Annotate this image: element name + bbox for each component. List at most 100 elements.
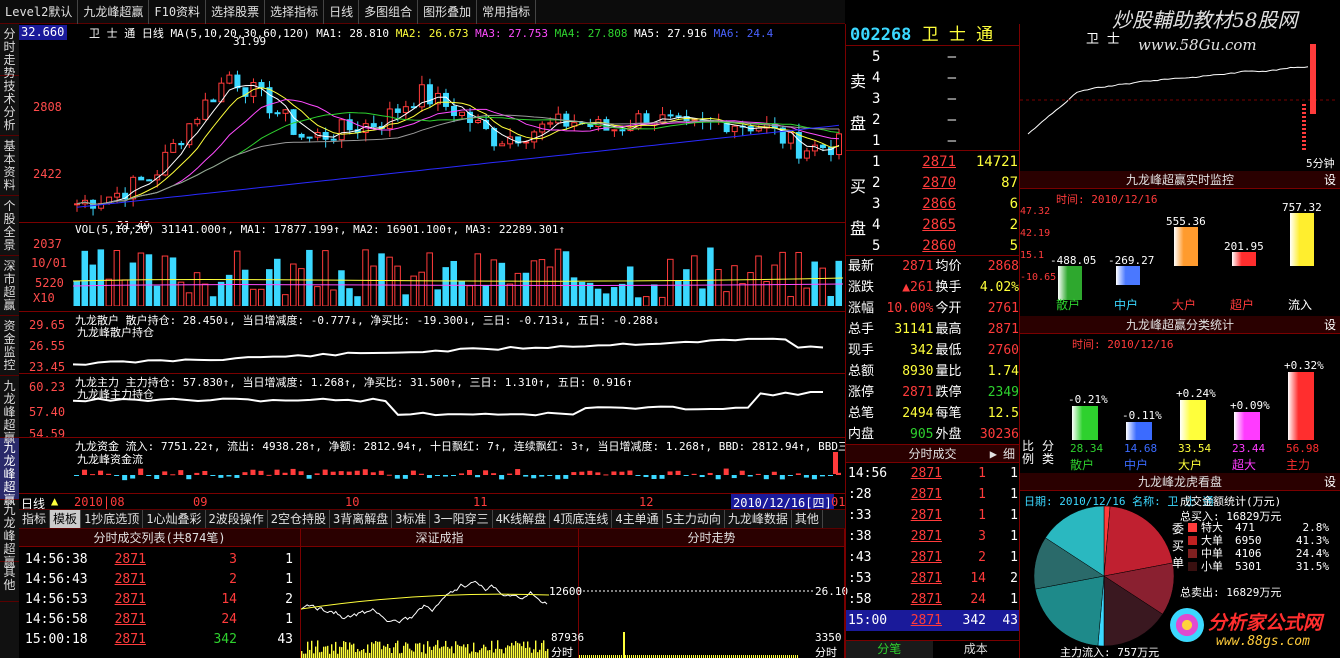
toolbar-select-stock[interactable]: 选择股票	[206, 0, 266, 24]
sell-price: —	[947, 91, 956, 107]
buy-level[interactable]: 5 2860 5	[872, 236, 1020, 257]
toolbar-overlay[interactable]: 图形叠加	[418, 0, 478, 24]
date-tick-4: 12	[639, 495, 654, 509]
trades-title: 分时成交	[908, 447, 957, 461]
tick-cell: 1	[285, 611, 293, 627]
index-vol-bar	[489, 650, 491, 658]
toolbar-multichart[interactable]: 多图组合	[359, 0, 419, 24]
tab-cost[interactable]: 成本	[933, 641, 1020, 658]
stat-label: 量比	[935, 364, 962, 379]
sell-level[interactable]: 4—	[872, 68, 1020, 89]
vtab-jiulong-1[interactable]: 九龙峰超赢	[0, 376, 19, 445]
itab-3[interactable]: 1心灿叠彩	[143, 510, 206, 528]
toolbar-jiulong[interactable]: 九龙峰超赢	[78, 0, 150, 24]
candle-body	[731, 125, 738, 133]
fund-bar	[106, 473, 112, 475]
toolbar-level2[interactable]: Level2默认	[0, 0, 79, 24]
itab-8[interactable]: 3一阳穿三	[430, 510, 493, 528]
sell-price: —	[947, 133, 956, 149]
volume-bar	[298, 268, 305, 306]
vtab-technical[interactable]: 技术分析	[0, 76, 19, 136]
tick-list-pane: 分时成交列表(共874笔) 14:56:38 2871 3 1 14:56:43 2871…	[19, 529, 301, 658]
volume-header: VOL(5,10,20) 31141.000↑, MA1: 17877.199↑…	[75, 223, 566, 236]
toolbar-select-indicator[interactable]: 选择指标	[265, 0, 325, 24]
index-vol-bar	[309, 649, 311, 658]
sell-level[interactable]: 3—	[872, 89, 1020, 110]
vtab-jiulong-2[interactable]: 九龙峰超赢	[0, 438, 19, 507]
itab-6[interactable]: 3背离解盘	[330, 510, 393, 528]
itab-4[interactable]: 2波段操作	[206, 510, 268, 528]
vtab-overview[interactable]: 个股全景	[0, 196, 19, 256]
buy-level[interactable]: 1 2871 14721	[872, 152, 1020, 173]
stat-value: 2760	[987, 343, 1019, 358]
trades-arrow[interactable]: ▶	[990, 445, 997, 463]
vtab-fund-monitor[interactable]: 资金监控	[0, 316, 19, 376]
sell-level[interactable]: 2—	[872, 110, 1020, 131]
candle-body	[555, 113, 562, 124]
volume-svg	[73, 247, 843, 306]
sell-label-1: 卖	[850, 72, 867, 91]
stat-value: 2761	[987, 301, 1019, 316]
buy-level[interactable]: 2 2870 87	[872, 173, 1020, 194]
index-vol-bar	[455, 641, 457, 658]
itab-1[interactable]: 模板	[50, 510, 82, 528]
index-vol-bar	[495, 648, 497, 658]
dragon-settings[interactable]: 设	[1324, 473, 1336, 491]
toolbar-common-indicator[interactable]: 常用指标	[477, 0, 537, 24]
index-pane[interactable]: 深证成指 12600 87936 分时	[301, 529, 584, 658]
sell-volume	[956, 89, 1018, 110]
buy-level[interactable]: 3 2866 6	[872, 194, 1020, 215]
candle-body	[298, 133, 305, 138]
class-settings[interactable]: 设	[1324, 316, 1336, 334]
index-vol-bar	[323, 646, 325, 658]
trade-row: :43 2871 2 1	[846, 547, 1019, 568]
itab-14[interactable]: 其他	[792, 510, 823, 528]
index-vol-bar	[487, 650, 489, 658]
monitor-settings[interactable]: 设	[1324, 171, 1336, 189]
toolbar-daily[interactable]: 日线	[324, 0, 360, 24]
fund-bar	[819, 475, 825, 477]
itab-13[interactable]: 九龙峰数据	[725, 510, 792, 528]
vtab-sz-market[interactable]: 深市超赢	[0, 256, 19, 316]
buy-level[interactable]: 4 2865 2	[872, 215, 1020, 236]
tick-list-title: 分时成交列表(共874笔)	[19, 529, 300, 547]
tick-row: 14:56:53 2871 14 2	[19, 589, 299, 609]
intraday-pane[interactable]: 分时走势 26.10 3350 分时	[579, 529, 848, 658]
sell-level[interactable]: 1—	[872, 131, 1020, 152]
monitor-bar-label: 超户	[1230, 298, 1255, 312]
trade-cell: 2871	[910, 550, 942, 565]
class-bar-label: 大户	[1178, 458, 1203, 472]
fund-bar	[595, 472, 601, 475]
itab-10[interactable]: 4顶底连线	[550, 510, 613, 528]
toolbar-f10[interactable]: F10资料	[149, 0, 207, 24]
kline-chart-area[interactable]: 32.660 卫 士 通 日线 MA(5,10,20,30,60,120) MA…	[19, 24, 845, 511]
volume-bar	[667, 258, 674, 306]
itab-11[interactable]: 4主单通	[612, 510, 663, 528]
itab-2[interactable]: 1抄底选顶	[81, 510, 144, 528]
fund-bar	[314, 473, 320, 475]
mini-vol-tick	[1302, 136, 1306, 138]
monitor-chart: 47.32 42.19 15.1 -10.65 -488.05 散户 -269.27 中户 55…	[1020, 201, 1340, 314]
candle-body	[282, 109, 289, 114]
volume-bar	[113, 249, 121, 306]
itab-12[interactable]: 5主力动向	[663, 510, 725, 528]
trades-fine[interactable]: 细	[1003, 445, 1015, 463]
sell-level[interactable]: 5—	[872, 47, 1020, 68]
itab-5[interactable]: 2空仓持股	[268, 510, 330, 528]
class-header: 九龙峰超赢分类统计 设	[1020, 316, 1340, 334]
fund-bar	[723, 468, 729, 475]
trade-cell: :38	[848, 529, 872, 544]
tab-fenbi[interactable]: 分笔	[846, 641, 933, 658]
vtab-intraday[interactable]: 分时走势	[0, 24, 19, 80]
itab-0[interactable]: 指标	[19, 510, 51, 528]
tick-cell: 2	[229, 571, 237, 587]
vtab-other[interactable]: 其他	[0, 562, 19, 602]
vtab-fundamental[interactable]: 基本资料	[0, 136, 19, 196]
sell-total: 总卖出: 16829万元	[1180, 586, 1282, 599]
vtab-jiulong-3[interactable]: 九龙峰超赢	[0, 500, 19, 569]
volume-bar	[282, 294, 289, 306]
buy-level-num: 2	[872, 175, 881, 191]
itab-9[interactable]: 4K线解盘	[493, 510, 551, 528]
fund-bar	[202, 470, 208, 475]
itab-7[interactable]: 3标准	[392, 510, 431, 528]
